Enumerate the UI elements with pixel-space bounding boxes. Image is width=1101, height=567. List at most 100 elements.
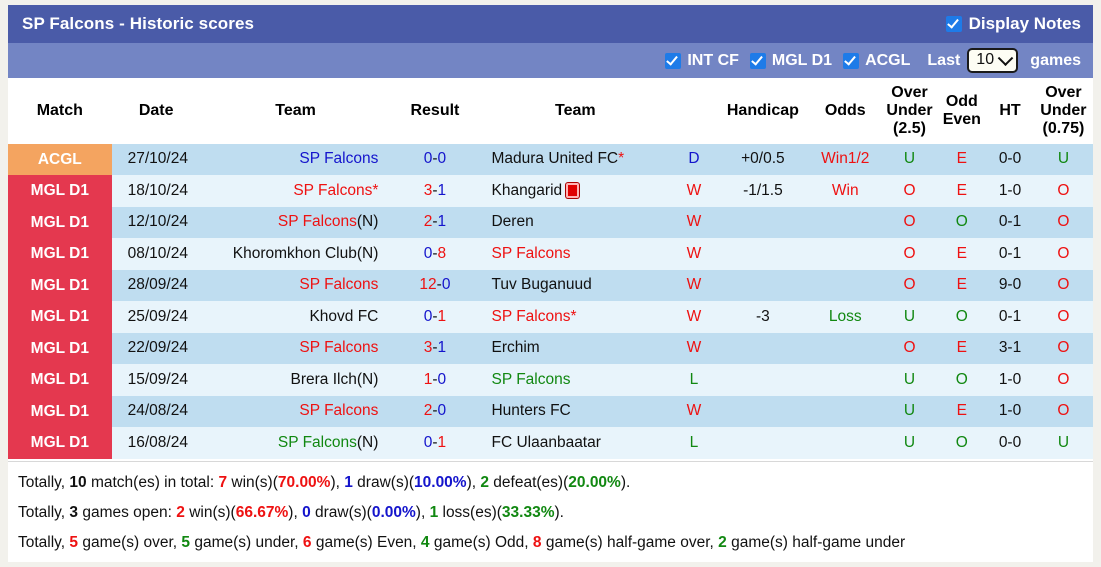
filter-int-cf[interactable]: INT CF [665,52,739,70]
filter-int-cf-checkbox[interactable] [665,52,682,69]
half-time-score-text: 0-1 [998,307,1022,325]
score-away: 1 [437,339,447,357]
half-time-score: 3-1 [986,332,1034,365]
away-team-cell[interactable]: Madura United FC* [479,143,672,176]
table-row[interactable]: ACGL 27/10/24 SP Falcons 0-0 Madura United F… [8,143,1093,176]
col-ou075-line1: Over [1045,84,1082,101]
table-row[interactable]: MGL D1 28/09/24 SP Falcons 12-0 Tuv Buganuud… [8,269,1093,302]
col-result[interactable]: Result [390,78,480,144]
home-team-cell[interactable]: SP Falcons [200,269,391,302]
away-team-cell[interactable]: Hunters FC [479,395,672,428]
over-under-075-value: O [1033,238,1093,270]
display-notes-checkbox[interactable] [945,16,962,32]
result-score-cell[interactable]: 2-1 [390,206,480,239]
over-under-25-value-text: O [903,213,916,231]
home-team-neutral-suffix: (N) [356,433,379,451]
games-count-select-wrap[interactable]: 510152030 [967,48,1019,73]
home-team-cell[interactable]: SP Falcons [200,143,391,176]
filter-mgl-d1-checkbox[interactable] [749,52,766,69]
filter-mgl-d1[interactable]: MGL D1 [749,52,832,70]
col-oddeven-line1: Odd [945,92,978,110]
col-team-away[interactable]: Team [479,78,672,144]
home-team-cell[interactable]: SP Falcons* [200,175,391,207]
away-team-cell[interactable]: Khangarid [479,175,672,207]
handicap-value [716,395,809,428]
odd-even-value: E [937,395,987,428]
match-competition-cell[interactable]: MGL D1 [8,175,112,207]
odd-even-value-text: O [955,213,968,231]
home-team-cell[interactable]: SP Falcons [200,332,391,365]
result-score-cell[interactable]: 0-0 [390,143,480,176]
col-team-home[interactable]: Team [200,78,391,144]
away-team-cell[interactable]: SP Falcons [479,238,672,270]
result-score-cell[interactable]: 1-0 [390,364,480,396]
result-score-cell[interactable]: 3-1 [390,175,480,207]
filter-acgl-checkbox[interactable] [843,52,860,69]
result-score-cell[interactable]: 12-0 [390,269,480,302]
display-notes-control[interactable]: Display Notes [945,14,1081,34]
table-row[interactable]: MGL D1 24/08/24 SP Falcons 2-0 Hunters FC W U E… [8,395,1093,428]
half-time-score-text: 0-1 [998,213,1022,231]
odds-value [809,206,882,239]
home-team-cell[interactable]: Khoromkhon Club(N) [200,238,391,270]
away-team-cell[interactable]: Erchim [479,332,672,365]
col-handicap[interactable]: Handicap [716,78,809,144]
away-team-cell[interactable]: Deren [479,206,672,239]
home-team-cell[interactable]: SP Falcons(N) [200,427,391,459]
result-score-cell[interactable]: 0-8 [390,238,480,270]
col-odd-even[interactable]: Odd Even [937,78,987,144]
home-team-name: SP Falcons [299,150,379,168]
outcome-indicator-text: W [686,307,702,325]
table-row[interactable]: MGL D1 25/09/24 Khovd FC 0-1 SP Falcons* W -3 L… [8,301,1093,333]
table-row[interactable]: MGL D1 16/08/24 SP Falcons(N) 0-1 FC Ulaanba… [8,427,1093,459]
filter-acgl[interactable]: ACGL [843,52,910,70]
away-team-cell[interactable]: Tuv Buganuud [479,269,672,302]
table-header: Match Date Team Result Team Handicap Odd… [8,78,1093,144]
match-competition-cell[interactable]: MGL D1 [8,364,112,396]
table-row[interactable]: MGL D1 08/10/24 Khoromkhon Club(N) 0-8 SP Fa… [8,238,1093,270]
table-row[interactable]: MGL D1 18/10/24 SP Falcons* 3-1 Khangarid W -1… [8,175,1093,207]
col-over-under-075[interactable]: Over Under (0.75) [1033,78,1093,144]
home-team-cell[interactable]: SP Falcons(N) [200,206,391,239]
summary-line-ou: Totally, 5 game(s) over, 5 game(s) under… [18,528,1093,558]
table-row[interactable]: MGL D1 12/10/24 SP Falcons(N) 2-1 Deren W O O 0-… [8,206,1093,239]
home-team-name: Khoromkhon Club [232,244,357,262]
s2-losses: 1 [429,503,439,521]
col-odds[interactable]: Odds [809,78,882,144]
match-competition-cell[interactable]: MGL D1 [8,332,112,365]
home-team-cell[interactable]: Brera Ilch(N) [200,364,391,396]
match-competition-cell[interactable]: MGL D1 [8,427,112,459]
result-score-cell[interactable]: 0-1 [390,301,480,333]
s2-draws: 0 [302,503,311,521]
match-competition-cell[interactable]: MGL D1 [8,238,112,270]
games-count-select[interactable]: 510152030 [967,48,1019,73]
match-competition-cell[interactable]: MGL D1 [8,269,112,302]
match-competition-cell[interactable]: MGL D1 [8,395,112,428]
result-score-cell[interactable]: 0-1 [390,427,480,459]
away-team-cell[interactable]: SP Falcons* [479,301,672,333]
result-score-cell[interactable]: 2-0 [390,395,480,428]
away-team-cell[interactable]: FC Ulaanbaatar [479,427,672,459]
match-competition-cell[interactable]: MGL D1 [8,301,112,333]
col-outcome [671,78,717,144]
col-date[interactable]: Date [111,78,201,144]
away-team-cell[interactable]: SP Falcons [479,364,672,396]
match-competition-cell[interactable]: MGL D1 [8,206,112,239]
half-time-score-text: 0-0 [998,150,1022,168]
table-row[interactable]: MGL D1 22/09/24 SP Falcons 3-1 Erchim W O E 3-1 O [8,332,1093,365]
s2-suffix: ). [554,503,564,521]
col-over-under-25[interactable]: Over Under (2.5) [881,78,938,144]
half-time-score: 0-1 [986,301,1034,333]
match-date: 24/08/24 [111,395,201,428]
odd-even-value-text: O [955,433,968,451]
result-score-cell[interactable]: 3-1 [390,332,480,365]
col-match[interactable]: Match [8,78,112,144]
table-row[interactable]: MGL D1 15/09/24 Brera Ilch(N) 1-0 SP Falcons… [8,364,1093,396]
match-competition-cell[interactable]: ACGL [8,143,112,176]
home-team-cell[interactable]: SP Falcons [200,395,391,428]
home-team-cell[interactable]: Khovd FC [200,301,391,333]
match-date-text: 12/10/24 [127,213,188,231]
col-half-time[interactable]: HT [986,78,1034,144]
outcome-indicator-text: W [686,276,702,294]
odd-even-value: E [937,332,987,365]
